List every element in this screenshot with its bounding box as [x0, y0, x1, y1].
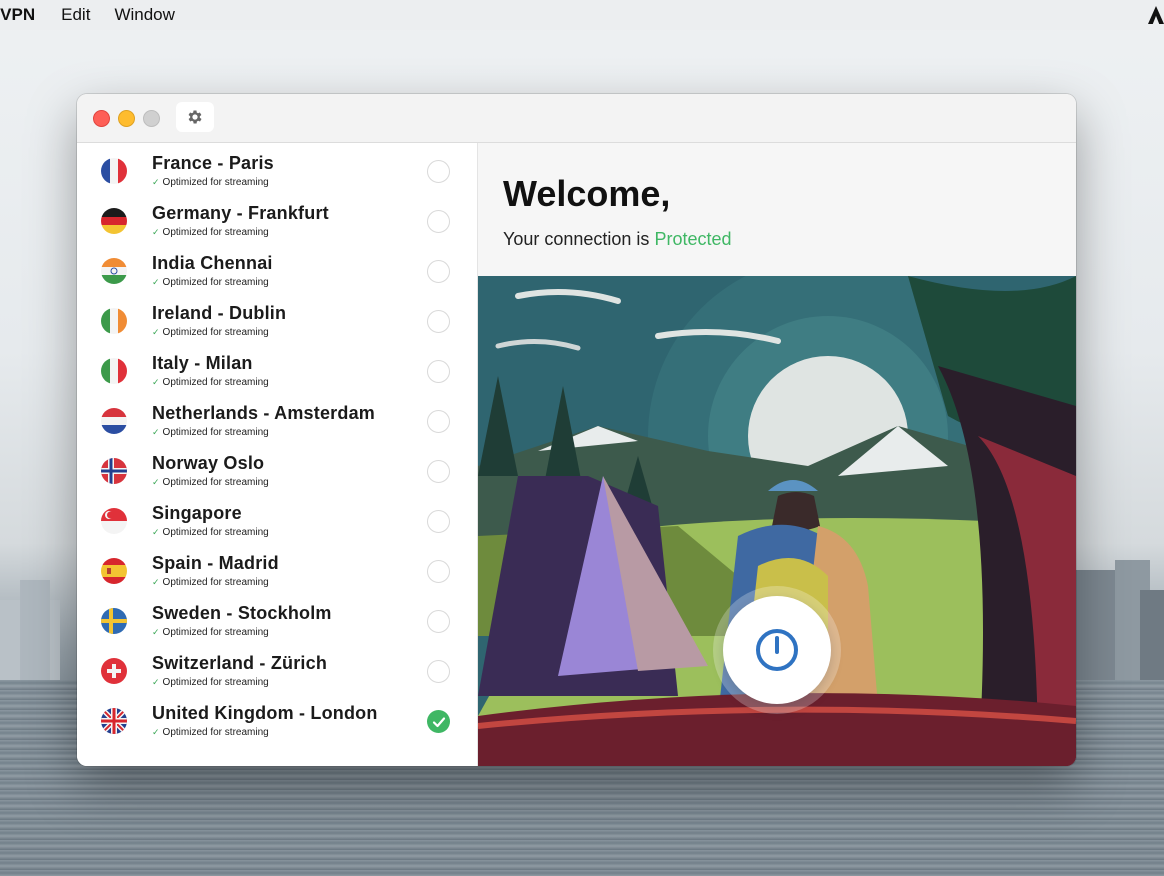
status-prefix: Your connection is [503, 229, 650, 249]
spain-flag-icon [101, 558, 127, 584]
check-small-icon: ✓ [152, 277, 160, 287]
server-name: France - Paris [152, 153, 274, 173]
menubar-status-icon[interactable] [1148, 6, 1164, 24]
check-small-icon: ✓ [152, 577, 160, 587]
checkmark-icon [432, 716, 445, 727]
check-small-icon: ✓ [152, 727, 160, 737]
server-row-italy[interactable]: Italy - Milan ✓ Optimized for streaming [77, 343, 477, 393]
server-select-radio[interactable] [427, 510, 450, 533]
vpn-window: France - Paris ✓ Optimized for streaming … [77, 94, 1076, 766]
server-subtitle: ✓ Optimized for streaming [152, 327, 269, 338]
server-select-radio[interactable] [427, 410, 450, 433]
server-row-spain[interactable]: Spain - Madrid ✓ Optimized for streaming [77, 543, 477, 593]
minimize-button[interactable] [118, 110, 135, 127]
germany-flag-icon [101, 208, 127, 234]
server-select-radio[interactable] [427, 260, 450, 283]
close-button[interactable] [93, 110, 110, 127]
check-small-icon: ✓ [152, 227, 160, 237]
server-name: Singapore [152, 503, 242, 523]
server-name: Netherlands - Amsterdam [152, 403, 375, 423]
server-select-radio[interactable] [427, 310, 450, 333]
server-subtitle: ✓ Optimized for streaming [152, 677, 269, 688]
server-select-radio[interactable] [427, 460, 450, 483]
server-name: India Chennai [152, 253, 273, 273]
italy-flag-icon [101, 358, 127, 384]
norway-flag-icon [101, 458, 127, 484]
menu-bar: s VPN Edit Window [0, 0, 1164, 30]
server-name: Sweden - Stockholm [152, 603, 332, 623]
server-name: Italy - Milan [152, 353, 253, 373]
server-row-singapore[interactable]: Singapore ✓ Optimized for streaming [77, 493, 477, 543]
check-small-icon: ✓ [152, 527, 160, 537]
settings-button[interactable] [176, 102, 214, 132]
switzerland-flag-icon [101, 658, 127, 684]
server-subtitle: ✓ Optimized for streaming [152, 227, 269, 238]
status-panel: Welcome, Your connection is Protected [478, 143, 1076, 766]
india-flag-icon [101, 258, 127, 284]
server-row-sweden[interactable]: Sweden - Stockholm ✓ Optimized for stream… [77, 593, 477, 643]
server-subtitle: ✓ Optimized for streaming [152, 377, 269, 388]
server-name: Norway Oslo [152, 453, 265, 473]
check-small-icon: ✓ [152, 627, 160, 637]
server-select-radio[interactable] [427, 160, 450, 183]
server-subtitle: ✓ Optimized for streaming [152, 527, 269, 538]
server-row-norway[interactable]: Norway Oslo ✓ Optimized for streaming [77, 443, 477, 493]
server-row-india[interactable]: India Chennai ✓ Optimized for streaming [77, 243, 477, 293]
server-select-radio-selected[interactable] [427, 710, 450, 733]
connection-status: Your connection is Protected [503, 229, 732, 250]
server-row-germany[interactable]: Germany - Frankfurt ✓ Optimized for strea… [77, 193, 477, 243]
server-list: France - Paris ✓ Optimized for streaming … [77, 143, 478, 766]
check-small-icon: ✓ [152, 327, 160, 337]
welcome-heading: Welcome, [503, 173, 671, 214]
server-row-netherlands[interactable]: Netherlands - Amsterdam ✓ Optimized for s… [77, 393, 477, 443]
power-icon [756, 629, 798, 671]
netherlands-flag-icon [101, 408, 127, 434]
server-name: Ireland - Dublin [152, 303, 287, 323]
server-row-switzerland[interactable]: Switzerland - Zürich ✓ Optimized for stre… [77, 643, 477, 693]
server-subtitle: ✓ Optimized for streaming [152, 627, 269, 638]
server-select-radio[interactable] [427, 210, 450, 233]
server-name: Spain - Madrid [152, 553, 279, 573]
menu-app-name[interactable]: s VPN [0, 5, 35, 25]
server-row-uk[interactable]: United Kingdom - London ✓ Optimized for s… [77, 693, 477, 743]
check-small-icon: ✓ [152, 677, 160, 687]
zoom-button[interactable] [143, 110, 160, 127]
server-select-radio[interactable] [427, 560, 450, 583]
gear-icon [188, 110, 202, 124]
uk-flag-icon [101, 708, 127, 734]
power-button[interactable] [723, 596, 831, 704]
server-subtitle: ✓ Optimized for streaming [152, 727, 269, 738]
server-select-radio[interactable] [427, 660, 450, 683]
menu-edit[interactable]: Edit [61, 5, 90, 25]
server-row-france[interactable]: France - Paris ✓ Optimized for streaming [77, 143, 477, 193]
menu-window[interactable]: Window [114, 5, 174, 25]
singapore-flag-icon [101, 508, 127, 534]
france-flag-icon [101, 158, 127, 184]
server-name: Germany - Frankfurt [152, 203, 329, 223]
server-subtitle: ✓ Optimized for streaming [152, 177, 269, 188]
ireland-flag-icon [101, 308, 127, 334]
server-subtitle: ✓ Optimized for streaming [152, 427, 269, 438]
sweden-flag-icon [101, 608, 127, 634]
server-subtitle: ✓ Optimized for streaming [152, 577, 269, 588]
server-subtitle: ✓ Optimized for streaming [152, 277, 269, 288]
check-small-icon: ✓ [152, 377, 160, 387]
server-row-ireland[interactable]: Ireland - Dublin ✓ Optimized for streamin… [77, 293, 477, 343]
server-name: United Kingdom - London [152, 703, 378, 723]
check-small-icon: ✓ [152, 177, 160, 187]
server-name: Switzerland - Zürich [152, 653, 328, 673]
title-bar [77, 94, 1076, 143]
server-select-radio[interactable] [427, 610, 450, 633]
status-protected: Protected [654, 229, 732, 249]
hero-illustration [478, 276, 1076, 766]
check-small-icon: ✓ [152, 427, 160, 437]
check-small-icon: ✓ [152, 477, 160, 487]
server-subtitle: ✓ Optimized for streaming [152, 477, 269, 488]
server-select-radio[interactable] [427, 360, 450, 383]
